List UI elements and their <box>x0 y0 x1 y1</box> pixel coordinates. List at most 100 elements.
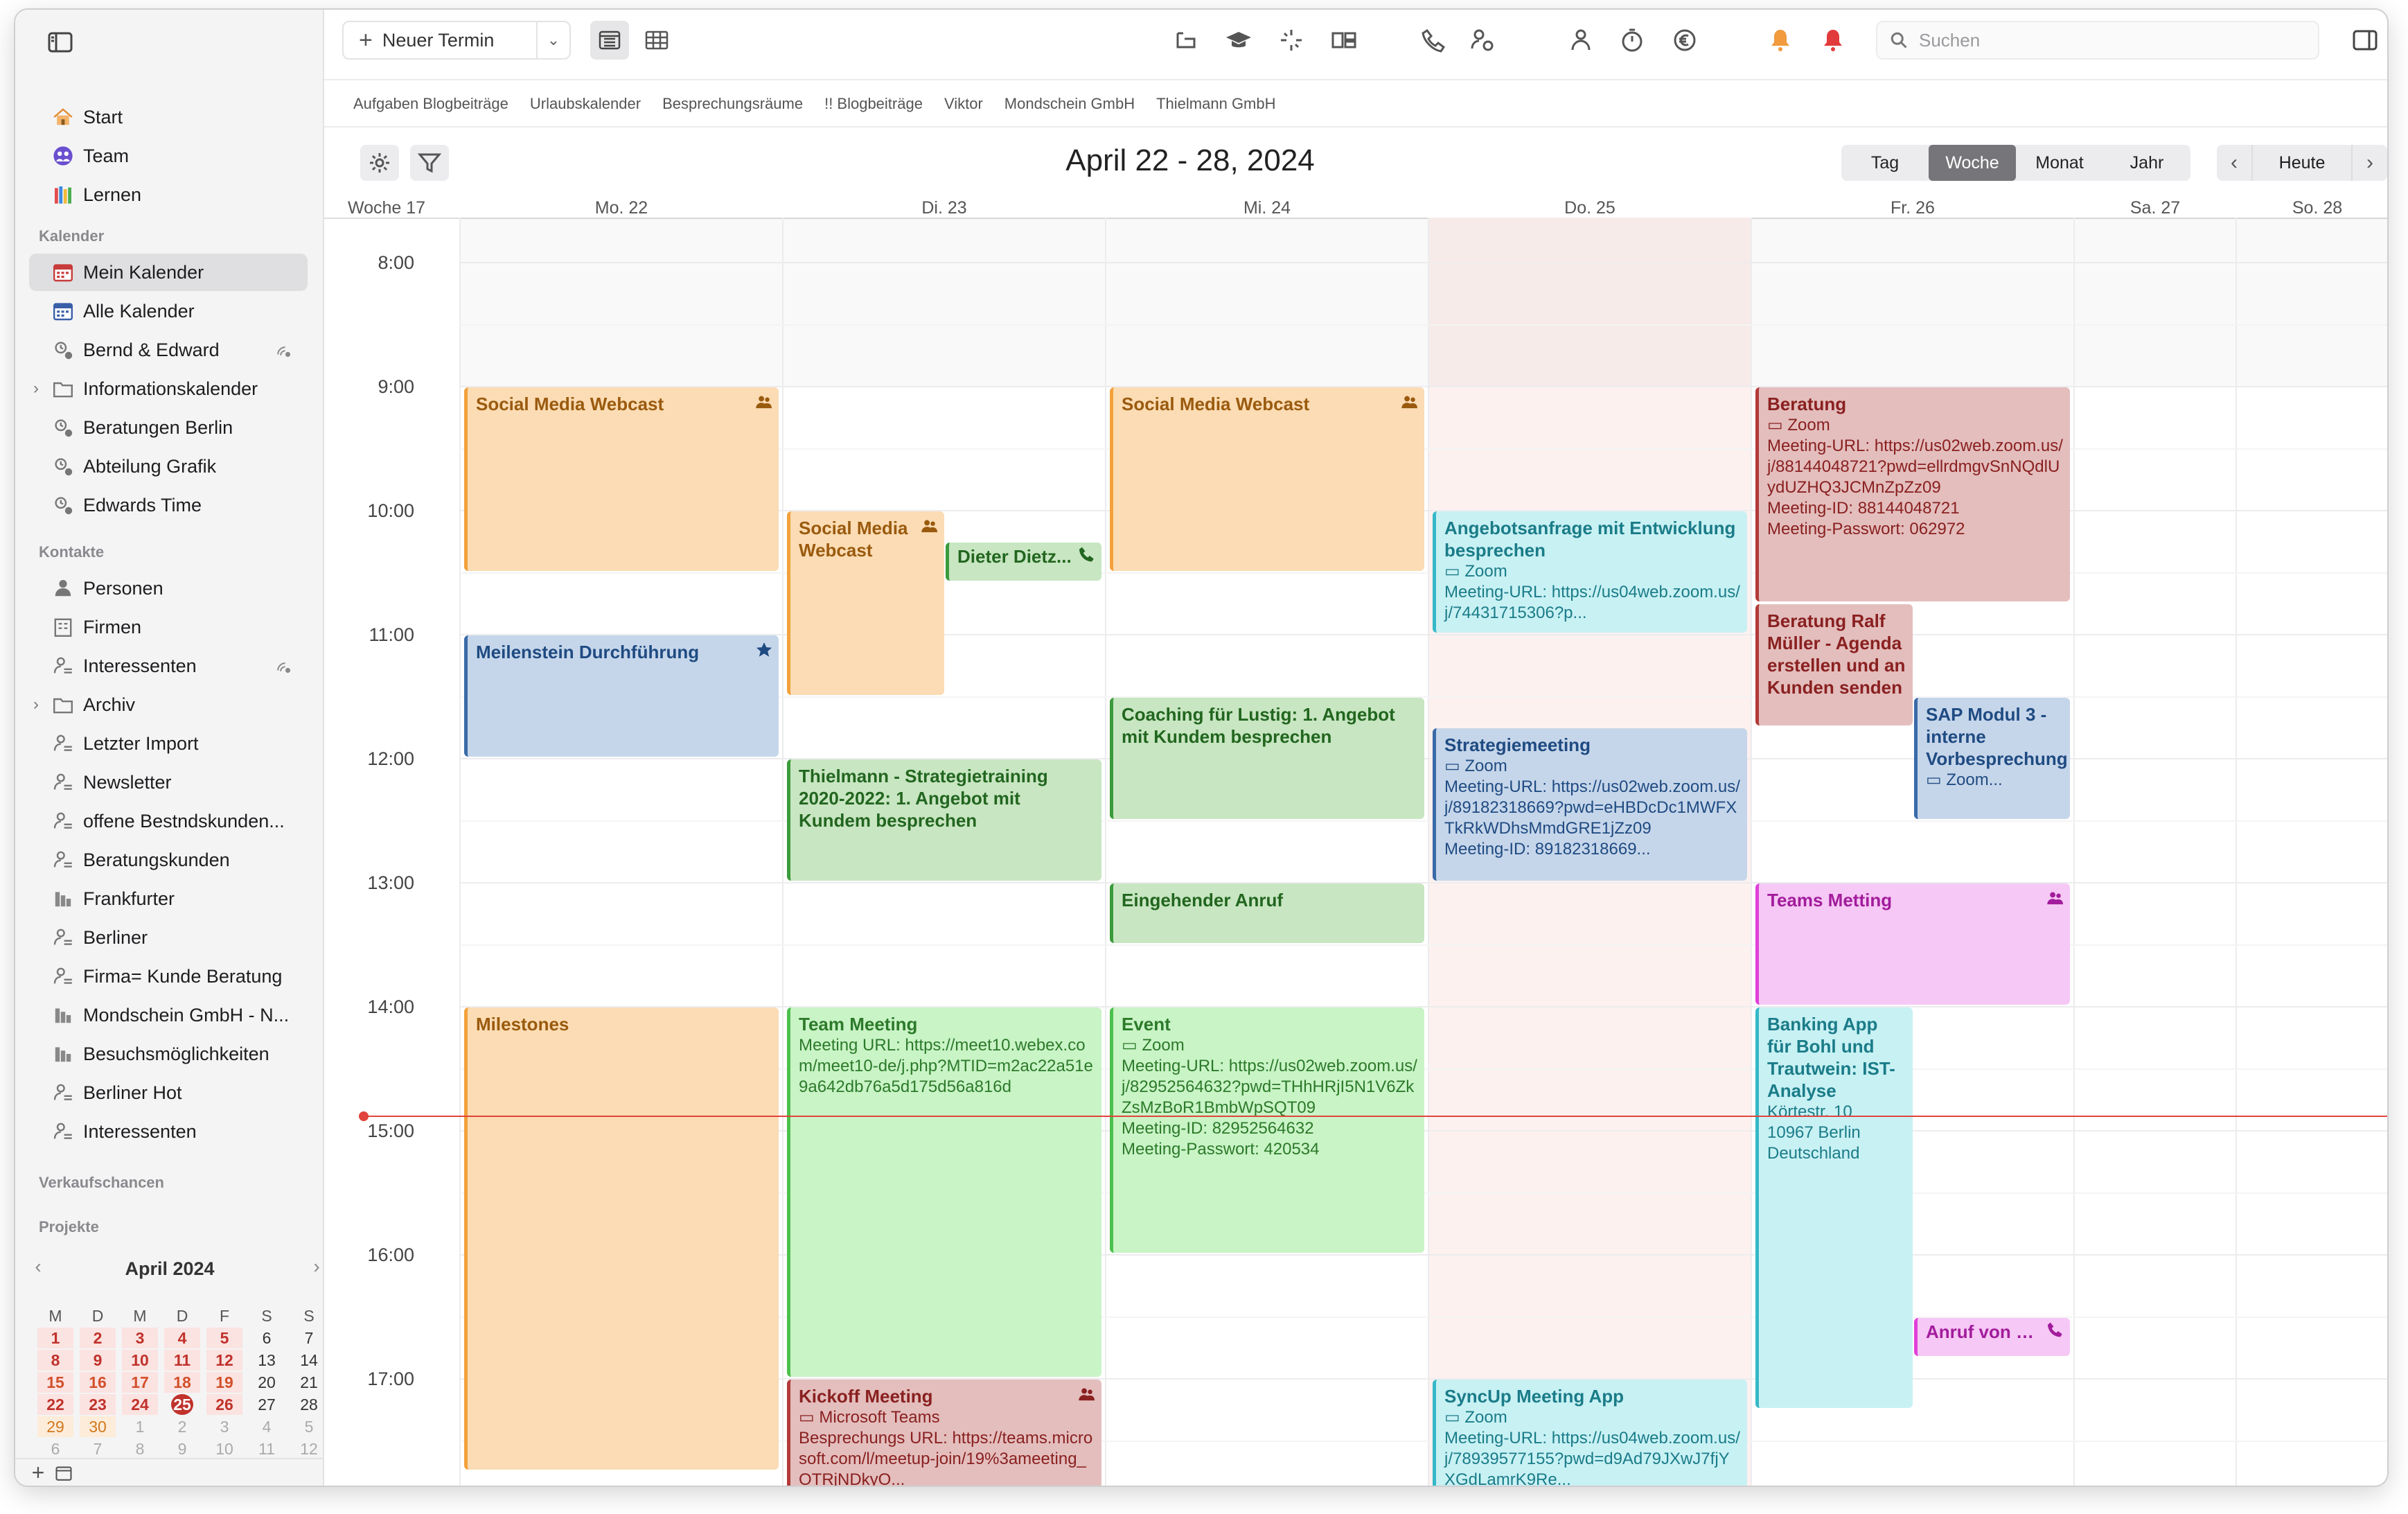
timer-icon[interactable] <box>1614 22 1650 58</box>
favorite-link[interactable]: Besprechungsräume <box>662 95 803 113</box>
minical-day[interactable]: 6 <box>37 1438 73 1459</box>
today-button[interactable]: Heute <box>2251 145 2353 181</box>
sidebar-item-start[interactable]: Start <box>29 98 308 136</box>
minical-day[interactable]: 23 <box>80 1394 116 1415</box>
sidebar-item-interessenten[interactable]: Interessenten <box>29 647 308 685</box>
calendar-event[interactable]: Beratung Ralf Müller - Agenda erstellen … <box>1755 604 1913 726</box>
sidebar-item-team[interactable]: Team <box>29 137 308 175</box>
sidebar-item-mondschein-gmbh-n[interactable]: Mondschein GmbH - N... <box>29 996 308 1034</box>
sidebar-item-newsletter[interactable]: Newsletter <box>29 764 308 801</box>
minical-day[interactable]: 29 <box>37 1416 73 1437</box>
calendar-event[interactable]: Angebotsanfrage mit Entwicklung besprech… <box>1433 511 1747 633</box>
minical-day[interactable]: 19 <box>206 1372 242 1393</box>
calendar-event[interactable]: Eingehender Anruf <box>1110 883 1424 943</box>
sidebar-item-besuchsmöglichkeiten[interactable]: Besuchsmöglichkeiten <box>29 1035 308 1073</box>
mode-month[interactable]: Monat <box>2016 145 2103 181</box>
minical-day[interactable]: 11 <box>164 1350 200 1371</box>
day-header[interactable]: Fr. 26 <box>1751 198 2074 218</box>
sidebar-item-lernen[interactable]: Lernen <box>29 176 308 213</box>
minical-day[interactable]: 24 <box>122 1394 158 1415</box>
favorite-link[interactable]: Thielmann GmbH <box>1156 95 1275 113</box>
minical-day[interactable]: 28 <box>291 1394 327 1415</box>
inspector-toggle-icon[interactable] <box>2347 22 2383 58</box>
minical-day[interactable]: 10 <box>122 1350 158 1371</box>
sparkle-icon[interactable] <box>1273 22 1309 58</box>
search-field[interactable]: Suchen <box>1876 21 2319 60</box>
minical-day[interactable]: 12 <box>206 1350 242 1371</box>
sidebar-item-firma-kunde-beratung[interactable]: Firma= Kunde Beratung <box>29 958 308 995</box>
calendar-event[interactable]: Coaching für Lustig: 1. Angebot mit Kund… <box>1110 697 1424 819</box>
minical-day[interactable]: 6 <box>249 1328 285 1348</box>
minical-day[interactable]: 2 <box>164 1416 200 1437</box>
minical-day[interactable]: 12 <box>291 1438 327 1459</box>
user-phone-icon[interactable] <box>1464 22 1500 58</box>
mode-week[interactable]: Woche <box>1929 145 2016 181</box>
calendar-event[interactable]: Teams Metting <box>1755 883 2070 1005</box>
calendar-event[interactable]: SAP Modul 3 - interne Vorbesprechung ▭ Zo… <box>1914 697 2070 819</box>
sidebar-item-offene-bestndskunden[interactable]: offene Bestndskunden... <box>29 802 308 840</box>
inbox-icon[interactable] <box>1168 22 1204 58</box>
sidebar-item-edwards-time[interactable]: Edwards Time <box>29 486 308 524</box>
sidebar-item-archiv[interactable]: › Archiv <box>29 686 308 723</box>
minical-day[interactable]: 16 <box>80 1372 116 1393</box>
sidebar-item-beratungskunden[interactable]: Beratungskunden <box>29 841 308 879</box>
sidebar-item-berliner[interactable]: Berliner <box>29 919 308 956</box>
sidebar-item-letzter-import[interactable]: Letzter Import <box>29 725 308 762</box>
notification-bells-icon[interactable] <box>1762 22 1798 58</box>
favorite-link[interactable]: !! Blogbeiträge <box>824 95 923 113</box>
minical-day[interactable]: 1 <box>122 1416 158 1437</box>
sidebar-toggle-icon[interactable] <box>43 25 78 60</box>
minical-day[interactable]: 18 <box>164 1372 200 1393</box>
minical-day[interactable]: 27 <box>249 1394 285 1415</box>
minical-day[interactable]: 5 <box>206 1328 242 1348</box>
sidebar-item-berliner-hot[interactable]: Berliner Hot <box>29 1074 308 1111</box>
minical-day[interactable]: 11 <box>249 1438 285 1459</box>
chevron-left-icon[interactable]: ‹ <box>2217 151 2251 175</box>
layout-icon[interactable] <box>1326 22 1362 58</box>
minical-day[interactable]: 8 <box>122 1438 158 1459</box>
day-header[interactable]: Mi. 24 <box>1106 198 1428 218</box>
calendar-event[interactable]: Event ▭ Zoom Meeting-URL: https://us02web… <box>1110 1007 1424 1253</box>
phone-icon[interactable] <box>1416 22 1452 58</box>
minical-day[interactable]: 30 <box>80 1416 116 1437</box>
day-header[interactable]: So. 28 <box>2236 198 2387 218</box>
chevron-right-icon[interactable]: › <box>2353 151 2387 175</box>
favorite-link[interactable]: Urlaubskalender <box>530 95 641 113</box>
minical-day[interactable]: 21 <box>291 1372 327 1393</box>
graduation-cap-icon[interactable] <box>1221 22 1257 58</box>
minical-day[interactable]: 5 <box>291 1416 327 1437</box>
calendar-event[interactable]: Social Media Webcast <box>787 511 944 695</box>
minical-day[interactable]: 7 <box>291 1328 327 1348</box>
sidebar-item-frankfurter[interactable]: Frankfurter <box>29 880 308 917</box>
favorite-link[interactable]: Viktor <box>944 95 983 113</box>
minical-today[interactable]: 25 <box>171 1394 193 1415</box>
minical-day[interactable]: 10 <box>206 1438 242 1459</box>
calendar-event[interactable]: Milestones <box>464 1007 779 1470</box>
disclosure-arrow-icon[interactable]: › <box>33 695 39 714</box>
day-header[interactable]: Mo. 22 <box>460 198 783 218</box>
calendar-event[interactable]: Beratung ▭ Zoom Meeting-URL: https://us02… <box>1755 387 2070 602</box>
sidebar-item-abteilung-grafik[interactable]: Abteilung Grafik <box>29 448 308 485</box>
calendar-small-icon[interactable] <box>54 1463 73 1483</box>
calendar-event[interactable]: Anruf von B... <box>1914 1317 2070 1357</box>
sidebar-item-alle-kalender[interactable]: Alle Kalender <box>29 292 308 330</box>
minical-day[interactable]: 2 <box>80 1328 116 1348</box>
minical-day[interactable]: 8 <box>37 1350 73 1371</box>
week-view-icon[interactable] <box>590 21 629 60</box>
minical-day[interactable]: 7 <box>80 1438 116 1459</box>
minical-day[interactable]: 9 <box>164 1438 200 1459</box>
sidebar-item-personen[interactable]: Personen <box>29 570 308 607</box>
minical-day[interactable]: 14 <box>291 1350 327 1371</box>
minical-day[interactable]: 4 <box>164 1328 200 1348</box>
calendar-event[interactable]: Kickoff Meeting ▭ Microsoft Teams Besprec… <box>787 1380 1101 1486</box>
minical-day[interactable]: 9 <box>80 1350 116 1371</box>
euro-icon[interactable] <box>1667 22 1703 58</box>
minical-day[interactable]: 17 <box>122 1372 158 1393</box>
favorite-link[interactable]: Mondschein GmbH <box>1004 95 1135 113</box>
favorite-link[interactable]: Aufgaben Blogbeiträge <box>353 95 508 113</box>
calendar-event[interactable]: SyncUp Meeting App ▭ Zoom Meeting-URL: ht… <box>1433 1380 1747 1486</box>
disclosure-arrow-icon[interactable]: › <box>33 379 39 398</box>
calendar-event[interactable]: Social Media Webcast <box>1110 387 1424 571</box>
calendar-event[interactable]: Banking App für Bohl und Trautwein: IST-… <box>1755 1007 1913 1408</box>
sidebar-item-firmen[interactable]: Firmen <box>29 608 308 646</box>
